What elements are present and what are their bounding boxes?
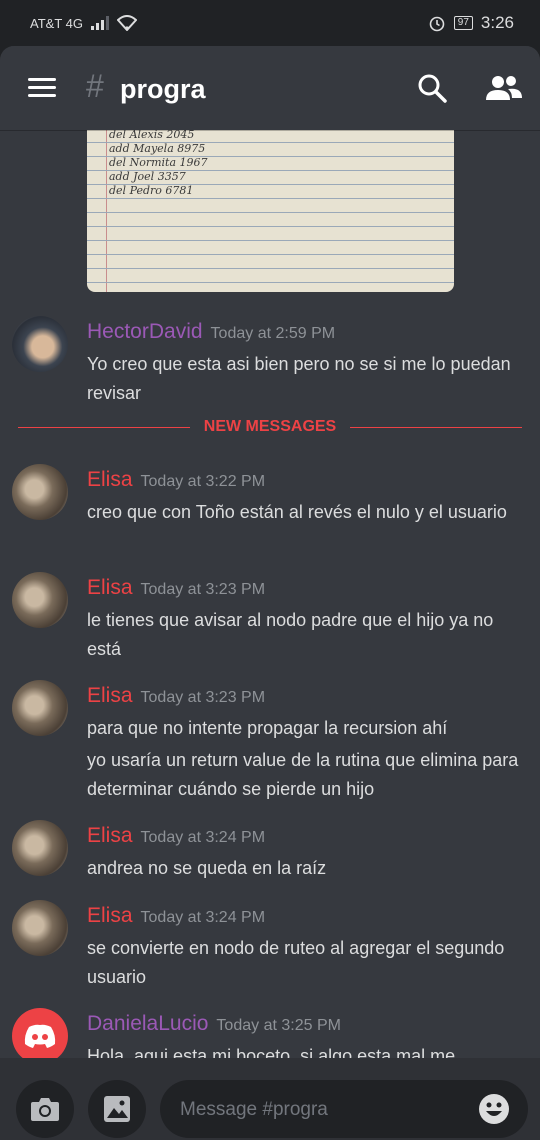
author-name[interactable]: Elisa	[87, 904, 133, 927]
timestamp: Today at 3:24 PM	[140, 829, 266, 846]
message-text: creo que con Toño están al revés el nulo…	[87, 502, 507, 522]
timestamp: Today at 3:22 PM	[140, 473, 266, 490]
message-text: se convierte en nodo de ruteo al agregar…	[87, 938, 505, 987]
message-list[interactable]: del Alexis 2045 add Mayela 8975 del Norm…	[0, 130, 540, 1058]
channel-hash-icon: #	[86, 68, 104, 104]
new-messages-divider: NEW MESSAGES	[18, 418, 522, 438]
author-name[interactable]: DanielaLucio	[87, 1012, 208, 1035]
timestamp: Today at 3:24 PM	[140, 909, 266, 926]
username[interactable]: DanielaLucio Today at 3:25 PM	[87, 1012, 341, 1036]
message-text: para que no intente propagar la recursio…	[87, 718, 448, 738]
handwritten-line: del Pedro 6781	[109, 184, 194, 197]
author-name[interactable]: HectorDavid	[87, 320, 203, 343]
status-bar: AT&T 4G 97 3:26	[0, 0, 540, 46]
message-input[interactable]	[178, 1094, 462, 1126]
avatar[interactable]	[12, 1008, 68, 1058]
timestamp: Today at 2:59 PM	[210, 325, 336, 342]
username[interactable]: Elisa Today at 3:23 PM	[87, 684, 265, 708]
avatar[interactable]	[12, 900, 68, 956]
discord-logo-icon	[24, 1024, 56, 1048]
avatar[interactable]	[12, 820, 68, 876]
image-attachment[interactable]: del Alexis 2045 add Mayela 8975 del Norm…	[87, 130, 454, 292]
alarm-icon	[429, 16, 445, 32]
carrier-label: AT&T 4G	[30, 15, 83, 31]
gallery-button[interactable]	[88, 1080, 146, 1138]
handwritten-line: del Normita 1967	[109, 156, 208, 169]
camera-button[interactable]	[16, 1080, 74, 1138]
clock: 3:26	[480, 13, 514, 32]
handwritten-line: add Joel 3357	[109, 170, 186, 183]
timestamp: Today at 3:25 PM	[216, 1017, 341, 1034]
channel-header: # progra	[0, 46, 540, 130]
menu-icon[interactable]	[28, 78, 56, 98]
username[interactable]: Elisa Today at 3:24 PM	[87, 824, 265, 848]
wifi-icon	[116, 15, 137, 31]
emoji-icon[interactable]	[478, 1093, 510, 1125]
handwritten-line: add Mayela 8975	[109, 142, 206, 155]
avatar[interactable]	[12, 464, 68, 520]
timestamp: Today at 3:23 PM	[140, 689, 266, 706]
divider-label: NEW MESSAGES	[191, 418, 349, 435]
message-text: yo usaría un return value de la rutina q…	[87, 750, 519, 799]
author-name[interactable]: Elisa	[87, 576, 133, 599]
message-input-wrapper[interactable]	[160, 1080, 528, 1138]
username[interactable]: Elisa Today at 3:23 PM	[87, 576, 265, 600]
author-name[interactable]: Elisa	[87, 824, 133, 847]
camera-icon	[31, 1098, 59, 1121]
message-text: andrea no se queda en la raíz	[87, 858, 327, 878]
battery-indicator: 97	[453, 16, 473, 30]
message-text: Yo creo que esta asi bien pero no se si …	[87, 354, 511, 403]
handwritten-line: del Alexis 2045	[109, 130, 195, 141]
username[interactable]: Elisa Today at 3:24 PM	[87, 904, 265, 928]
author-name[interactable]: Elisa	[87, 468, 133, 491]
username[interactable]: HectorDavid Today at 2:59 PM	[87, 320, 335, 344]
avatar[interactable]	[12, 572, 68, 628]
members-icon[interactable]	[484, 72, 524, 104]
username[interactable]: Elisa Today at 3:22 PM	[87, 468, 265, 492]
composer-bar	[0, 1058, 540, 1140]
signal-icon	[90, 16, 109, 30]
image-icon	[104, 1096, 130, 1122]
avatar[interactable]	[12, 316, 68, 372]
message-text: Hola, aqui esta mi boceto, si algo esta …	[87, 1046, 456, 1058]
author-name[interactable]: Elisa	[87, 684, 133, 707]
chat-app: # progra del Alexis 2045 add Mayela 8975…	[0, 46, 540, 1140]
timestamp: Today at 3:23 PM	[140, 581, 266, 598]
avatar[interactable]	[12, 680, 68, 736]
message-text: le tienes que avisar al nodo padre que e…	[87, 610, 494, 659]
search-icon[interactable]	[416, 72, 448, 104]
channel-title: progra	[120, 74, 206, 104]
